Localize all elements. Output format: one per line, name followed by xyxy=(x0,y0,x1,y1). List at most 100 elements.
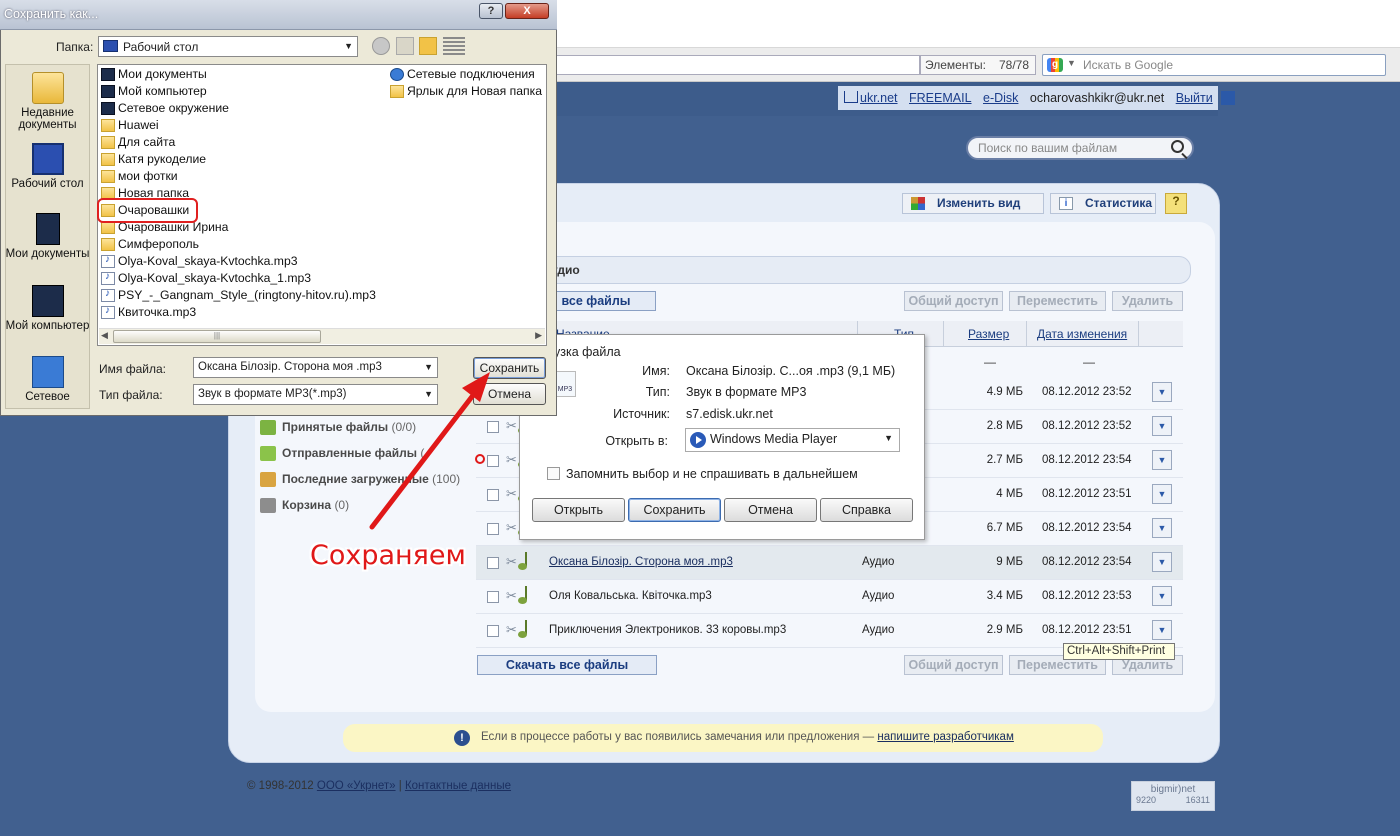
list-item[interactable]: PSY_-_Gangnam_Style_(ringtony-hitov.ru).… xyxy=(99,288,376,302)
list-item[interactable]: Huawei xyxy=(99,118,159,132)
row-name[interactable]: Оля Ковальська. Квіточка.mp3 xyxy=(549,590,712,602)
nav-trash[interactable]: Корзина (0) xyxy=(258,498,349,513)
nav-sent-files[interactable]: Отправленные файлы ( xyxy=(258,446,424,461)
share-top-button[interactable]: Общий доступ xyxy=(904,291,1003,311)
save-dialog-cancel-button[interactable]: Отмена xyxy=(473,383,546,405)
search-icon[interactable] xyxy=(1171,140,1184,153)
save-dialog-save-button[interactable]: Сохранить xyxy=(473,357,546,379)
list-item[interactable]: Квиточка.mp3 xyxy=(99,305,196,319)
row-checkbox[interactable] xyxy=(487,625,499,637)
chevron-down-icon[interactable]: ▼ xyxy=(1067,58,1076,68)
row-name[interactable]: Оксана Білозір. Сторона моя .mp3 xyxy=(549,556,733,568)
google-search-box[interactable]: g ▼ Искать в Google xyxy=(1042,54,1386,76)
column-date[interactable]: Дата изменения xyxy=(1037,327,1127,341)
row-menu-button[interactable]: ▼ xyxy=(1152,586,1172,606)
scissors-icon: ✂ xyxy=(506,452,517,467)
row-checkbox[interactable] xyxy=(487,591,499,603)
view-menu-icon[interactable] xyxy=(443,37,465,55)
freemail-link[interactable]: FREEMAIL xyxy=(909,91,972,105)
nav-label: Принятые файлы xyxy=(282,420,389,434)
home-icon[interactable] xyxy=(844,91,858,103)
edisk-link[interactable]: e-Disk xyxy=(983,91,1018,105)
list-item[interactable]: Для сайта xyxy=(99,135,175,149)
row-menu-button[interactable]: ▼ xyxy=(1152,552,1172,572)
chevron-down-icon[interactable]: ▼ xyxy=(424,362,433,372)
filename-input[interactable]: Оксана Білозір. Сторона моя .mp3 ▼ xyxy=(193,357,438,378)
address-bar[interactable] xyxy=(548,55,920,75)
row-checkbox[interactable] xyxy=(487,421,499,433)
list-item[interactable]: Симферополь xyxy=(99,237,199,251)
table-row[interactable]: ✂ Оксана Білозір. Сторона моя .mp3 Аудио … xyxy=(476,546,1183,580)
filetype-select[interactable]: Звук в формате MP3(*.mp3) ▼ xyxy=(193,384,438,405)
list-item[interactable]: Сетевое окружение xyxy=(99,101,229,115)
chevron-down-icon[interactable]: ▼ xyxy=(884,433,893,443)
statistics-button[interactable]: i Статистика xyxy=(1050,193,1156,214)
list-item[interactable]: Мой компьютер xyxy=(99,84,207,98)
company-link[interactable]: ООО «Укрнет» xyxy=(317,780,396,792)
row-checkbox[interactable] xyxy=(487,523,499,535)
chevron-right-icon[interactable]: ▶ xyxy=(535,330,542,341)
list-item[interactable]: Olya-Koval_skaya-Kvtochka.mp3 xyxy=(99,254,298,268)
up-folder-icon[interactable] xyxy=(396,37,414,55)
new-folder-icon[interactable] xyxy=(419,37,437,55)
scrollbar-thumb[interactable]: ||| xyxy=(113,330,321,343)
contacts-link[interactable]: Контактные данные xyxy=(405,780,511,792)
change-view-button[interactable]: Изменить вид xyxy=(902,193,1044,214)
close-button[interactable]: X xyxy=(505,3,549,19)
horizontal-scrollbar[interactable]: ◀ ||| ▶ xyxy=(99,328,545,344)
row-menu-button[interactable]: ▼ xyxy=(1152,382,1172,402)
logout-link[interactable]: Выйти xyxy=(1176,91,1213,105)
row-menu-button[interactable]: ▼ xyxy=(1152,518,1172,538)
open-button[interactable]: Открыть xyxy=(532,498,625,522)
place-desktop[interactable]: Рабочий стол xyxy=(5,143,90,190)
download-all-bottom-button[interactable]: Скачать все файлы xyxy=(477,655,657,675)
place-network[interactable]: Сетевое xyxy=(5,356,90,403)
place-my-documents[interactable]: Мои документы xyxy=(5,213,90,260)
cancel-button[interactable]: Отмена xyxy=(724,498,817,522)
list-item[interactable]: Катя рукоделие xyxy=(99,152,206,166)
feedback-link[interactable]: напишите разработчикам xyxy=(877,731,1014,743)
help-button[interactable]: ? xyxy=(479,3,503,19)
remember-checkbox[interactable] xyxy=(547,467,560,480)
row-menu-button[interactable]: ▼ xyxy=(1152,450,1172,470)
chevron-down-icon[interactable]: ▼ xyxy=(344,41,353,51)
nav-recent-uploads[interactable]: Последние загруженные (100) xyxy=(258,472,460,487)
list-item[interactable]: Ярлык для Новая папка xyxy=(388,84,542,98)
save-dialog-title[interactable]: Сохранить как... xyxy=(0,0,557,30)
move-top-button[interactable]: Переместить xyxy=(1009,291,1106,311)
row-checkbox[interactable] xyxy=(487,557,499,569)
folder-icon xyxy=(101,119,115,132)
row-name[interactable]: Приключения Электроников. 33 коровы.mp3 xyxy=(549,624,786,636)
place-my-computer[interactable]: Мой компьютер xyxy=(5,285,90,332)
row-checkbox[interactable] xyxy=(487,489,499,501)
save-button[interactable]: Сохранить xyxy=(628,498,721,522)
list-item[interactable]: Сетевые подключения xyxy=(388,67,535,81)
list-item[interactable]: Мои документы xyxy=(99,67,207,81)
scissors-icon: ✂ xyxy=(506,520,517,535)
place-recent[interactable]: Недавние документы xyxy=(5,72,90,131)
chevron-left-icon[interactable]: ◀ xyxy=(101,330,108,341)
row-menu-button[interactable]: ▼ xyxy=(1152,416,1172,436)
row-checkbox[interactable] xyxy=(487,455,499,467)
help-button[interactable]: Справка xyxy=(820,498,913,522)
row-menu-button[interactable]: ▼ xyxy=(1152,484,1172,504)
google-icon[interactable]: g xyxy=(1047,58,1063,72)
home-link[interactable]: ukr.net xyxy=(860,91,898,105)
help-button[interactable]: ? xyxy=(1165,193,1187,214)
list-item[interactable]: Olya-Koval_skaya-Kvtochka_1.mp3 xyxy=(99,271,311,285)
open-with-select[interactable]: Windows Media Player ▼ xyxy=(685,428,900,452)
nav-received-files[interactable]: Принятые файлы (0/0) xyxy=(258,420,416,435)
delete-top-button[interactable]: Удалить xyxy=(1112,291,1183,311)
column-size[interactable]: Размер xyxy=(968,327,1009,341)
table-row[interactable]: ✂ Оля Ковальська. Квіточка.mp3 Аудио 3.4 … xyxy=(476,580,1183,614)
file-search-input[interactable]: Поиск по вашим файлам xyxy=(966,136,1194,160)
share-bottom-button[interactable]: Общий доступ xyxy=(904,655,1003,675)
row-menu-button[interactable]: ▼ xyxy=(1152,620,1172,640)
exit-icon[interactable] xyxy=(1220,91,1235,105)
back-icon[interactable] xyxy=(372,37,390,55)
list-item[interactable]: мои фотки xyxy=(99,169,178,183)
remember-label[interactable]: Запомнить выбор и не спрашивать в дальне… xyxy=(566,467,858,481)
bigmir-counter[interactable]: bigmir)net 9220 16311 xyxy=(1131,781,1215,811)
folder-select[interactable]: Рабочий стол ▼ xyxy=(98,36,358,57)
chevron-down-icon[interactable]: ▼ xyxy=(424,389,433,399)
